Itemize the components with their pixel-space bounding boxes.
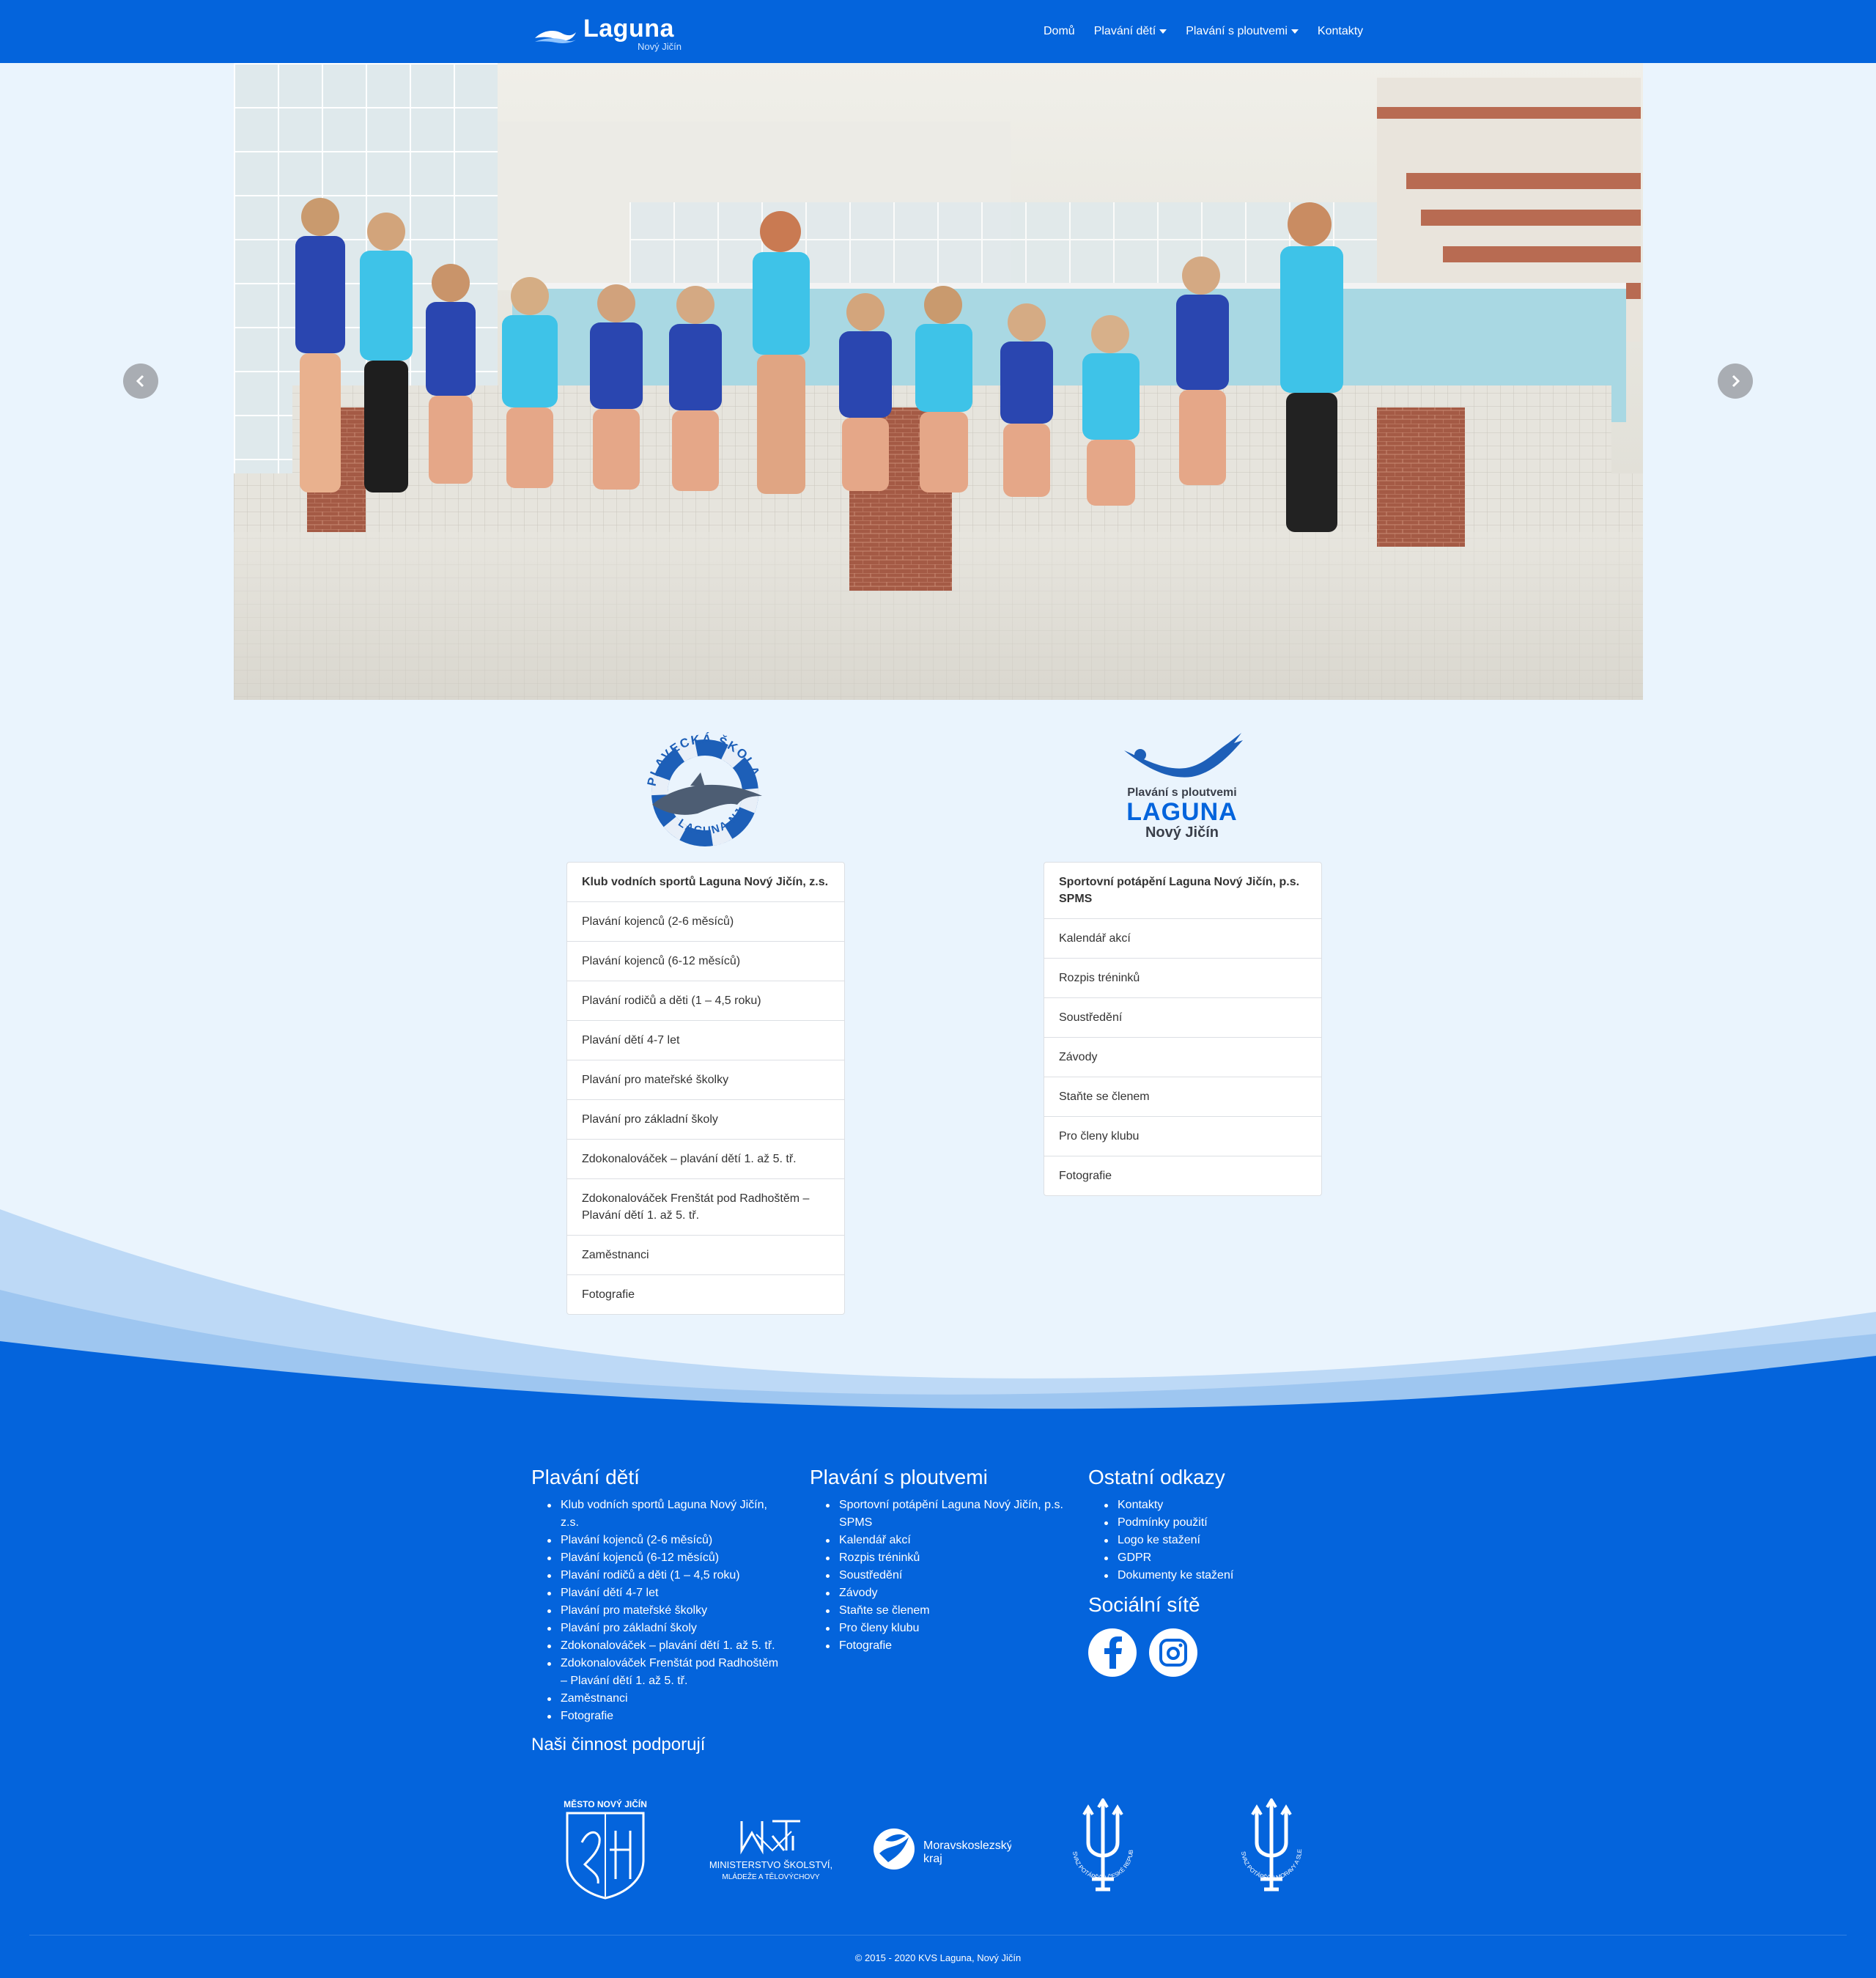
footer: Plavání dětí Klub vodních sportů Laguna … <box>0 1410 1876 1978</box>
footer-link[interactable]: Sportovní potápění Laguna Nový Jičín, p.… <box>826 1497 1066 1532</box>
city-coat-of-arms-icon: MĚSTO NOVÝ JIČÍN <box>564 1798 647 1900</box>
footer-link[interactable]: Plavání dětí 4-7 let <box>547 1584 788 1602</box>
caret-down-icon <box>1290 29 1299 34</box>
footer-heading: Plavání s ploutvemi <box>810 1466 988 1488</box>
footer-link[interactable]: Plavání rodičů a děti (1 – 4,5 roku) <box>547 1567 788 1584</box>
trident-icon: SVAZ POTÁPĚČŮ MORAVY A SLEZSKA <box>1229 1793 1303 1892</box>
footer-col-plavani-deti: Plavání dětí Klub vodních sportů Laguna … <box>531 1466 788 1725</box>
sponsor-msmt[interactable]: MINISTERSTVO ŠKOLSTVÍ, MLÁDEŽE A TĚLOVÝC… <box>705 1817 837 1890</box>
footer-link[interactable]: Klub vodních sportů Laguna Nový Jičín, z… <box>547 1497 788 1532</box>
footer-link[interactable]: Kontakty <box>1104 1497 1345 1514</box>
list-item[interactable]: Plavání pro mateřské školky <box>567 1060 844 1099</box>
footer-link[interactable]: Závody <box>826 1584 1066 1602</box>
sponsor-mesto-text: MĚSTO NOVÝ JIČÍN <box>564 1798 647 1809</box>
footer-link[interactable]: Pro členy klubu <box>826 1620 1066 1637</box>
sponsor-msmt-line2: MLÁDEŽE A TĚLOVÝCHOVY <box>722 1872 820 1881</box>
team-photo <box>234 63 1643 700</box>
list-item[interactable]: Fotografie <box>1044 1156 1321 1195</box>
list-item[interactable]: Kalendář akcí <box>1044 918 1321 958</box>
trident-icon: SVAZ POTÁPĚČŮ ČESKÉ REPUBLIKY <box>1060 1793 1134 1892</box>
main-nav: Domů Plavání dětí Plavání s ploutvemi Ko… <box>1044 0 1363 63</box>
plavani-s-ploutvemi-logo[interactable]: Plavání s ploutvemi LAGUNA Nový Jičín <box>1114 730 1250 841</box>
footer-link[interactable]: Fotografie <box>547 1708 788 1725</box>
list-item[interactable]: Plavání dětí 4-7 let <box>567 1020 844 1060</box>
list-item[interactable]: Soustředění <box>1044 997 1321 1037</box>
nav-plavani-s-ploutvemi[interactable]: Plavání s ploutvemi <box>1186 25 1299 38</box>
svg-text:SVAZ POTÁPĚČŮ MORAVY A SLEZSKA: SVAZ POTÁPĚČŮ MORAVY A SLEZSKA <box>1231 1798 1303 1881</box>
list-item[interactable]: Rozpis tréninků <box>1044 958 1321 997</box>
caret-down-icon <box>1159 29 1167 34</box>
footer-link[interactable]: Plavání pro základní školy <box>547 1620 788 1637</box>
footer-link[interactable]: Zdokonalováček – plavání dětí 1. až 5. t… <box>547 1637 788 1655</box>
hero-carousel <box>234 63 1643 700</box>
list-item[interactable]: Klub vodních sportů Laguna Nový Jičín, z… <box>567 863 844 901</box>
brand-logo[interactable]: Laguna Nový Jičín <box>533 15 695 53</box>
instagram-icon <box>1159 1639 1187 1667</box>
chevron-left-icon <box>136 374 144 388</box>
footer-col-plavani-s-ploutvemi: Plavání s ploutvemi Sportovní potápění L… <box>810 1466 1066 1655</box>
footer-link[interactable]: Logo ke stažení <box>1104 1532 1345 1549</box>
carousel-next-button[interactable] <box>1718 364 1753 399</box>
svg-text:SVAZ POTÁPĚČŮ ČESKÉ REPUBLIKY: SVAZ POTÁPĚČŮ ČESKÉ REPUBLIKY <box>1063 1798 1134 1881</box>
footer-link[interactable]: Soustředění <box>826 1567 1066 1584</box>
footer-link[interactable]: Zdokonalováček Frenštát pod Radhoštěm – … <box>547 1655 788 1690</box>
footer-col-ostatni-odkazy: Ostatní odkazy Kontakty Podmínky použití… <box>1088 1466 1345 1584</box>
facebook-button[interactable] <box>1088 1628 1137 1677</box>
instagram-button[interactable] <box>1149 1628 1197 1677</box>
nav-plavani-deti[interactable]: Plavání dětí <box>1094 25 1167 38</box>
footer-link[interactable]: Fotografie <box>826 1637 1066 1655</box>
logo-b-line3: Nový Jičín <box>1145 824 1219 841</box>
footer-link[interactable]: Plavání kojenců (6-12 měsíců) <box>547 1549 788 1567</box>
list-item[interactable]: Plavání rodičů a děti (1 – 4,5 roku) <box>567 981 844 1020</box>
list-item[interactable]: Pro členy klubu <box>1044 1116 1321 1156</box>
sponsor-svaz-moravy-text: SVAZ POTÁPĚČŮ MORAVY A SLEZSKA <box>1229 1793 1303 1881</box>
carousel-prev-button[interactable] <box>123 364 158 399</box>
list-item[interactable]: Zdokonalováček – plavání dětí 1. až 5. t… <box>567 1139 844 1178</box>
brand-subtitle: Nový Jičín <box>638 41 682 52</box>
sponsor-moravskoslezsky-kraj[interactable]: Moravskoslezský kraj <box>872 1824 1013 1879</box>
sponsor-kraj-line1: Moravskoslezský <box>923 1839 1011 1852</box>
footer-link[interactable]: Plavání kojenců (2-6 měsíců) <box>547 1532 788 1549</box>
diver-icon <box>1124 733 1243 778</box>
list-plavani-s-ploutvemi: Sportovní potápění Laguna Nový Jičín, p.… <box>1044 862 1322 1196</box>
footer-heading: Plavání dětí <box>531 1466 640 1488</box>
list-item[interactable]: Plavání kojenců (2-6 měsíců) <box>567 901 844 941</box>
dolphin-lifebuoy-icon: PLAVECKÁ ŠKOLA LAGUNA NJ <box>645 732 762 846</box>
list-item[interactable]: Staňte se členem <box>1044 1077 1321 1116</box>
logo-b-line2: LAGUNA <box>1126 798 1238 826</box>
kraj-logo-icon: Moravskoslezský kraj <box>874 1828 1013 1870</box>
footer-link[interactable]: GDPR <box>1104 1549 1345 1567</box>
footer-link[interactable]: Rozpis tréninků <box>826 1549 1066 1567</box>
footer-link[interactable]: Plavání pro mateřské školky <box>547 1602 788 1620</box>
brand-name: Laguna <box>583 15 674 43</box>
plavecka-skola-logo[interactable]: PLAVECKÁ ŠKOLA LAGUNA NJ <box>639 726 771 854</box>
list-item[interactable]: Plavání pro základní školy <box>567 1099 844 1139</box>
nav-kontakty[interactable]: Kontakty <box>1318 25 1363 38</box>
sponsor-mesto-novy-jicin[interactable]: MĚSTO NOVÝ JIČÍN <box>563 1798 648 1905</box>
social-heading: Sociální sítě <box>1088 1593 1200 1616</box>
navbar: Laguna Nový Jičín Domů Plavání dětí Plav… <box>0 0 1876 63</box>
footer-link[interactable]: Kalendář akcí <box>826 1532 1066 1549</box>
msmt-logo-icon: MINISTERSTVO ŠKOLSTVÍ, MLÁDEŽE A TĚLOVÝC… <box>709 1820 832 1881</box>
sponsor-svaz-potapecu-moravy[interactable]: SVAZ POTÁPĚČŮ MORAVY A SLEZSKA <box>1229 1793 1312 1905</box>
nav-home[interactable]: Domů <box>1044 25 1075 38</box>
sponsor-msmt-line1: MINISTERSTVO ŠKOLSTVÍ, <box>709 1859 832 1870</box>
list-item[interactable]: Plavání kojenců (6-12 měsíců) <box>567 941 844 981</box>
wave-icon <box>535 31 576 43</box>
wave-decoration <box>0 1209 1876 1414</box>
footer-link[interactable]: Podmínky použití <box>1104 1514 1345 1532</box>
support-heading: Naši činnost podporují <box>531 1735 706 1754</box>
footer-link[interactable]: Staňte se členem <box>826 1602 1066 1620</box>
list-item[interactable]: Sportovní potápění Laguna Nový Jičín, p.… <box>1044 863 1321 918</box>
footer-link[interactable]: Zaměstnanci <box>547 1690 788 1708</box>
sponsor-svaz-cr-text: SVAZ POTÁPĚČŮ ČESKÉ REPUBLIKY <box>1060 1793 1134 1881</box>
sponsor-kraj-line2: kraj <box>923 1853 942 1865</box>
sponsor-svaz-potapecu-cr[interactable]: SVAZ POTÁPĚČŮ ČESKÉ REPUBLIKY <box>1060 1793 1143 1905</box>
footer-heading: Ostatní odkazy <box>1088 1466 1225 1488</box>
footer-link[interactable]: Dokumenty ke stažení <box>1104 1567 1345 1584</box>
chevron-right-icon <box>1732 374 1740 388</box>
list-item[interactable]: Závody <box>1044 1037 1321 1077</box>
copyright: © 2015 - 2020 KVS Laguna, Nový Jičín <box>854 1952 1022 1963</box>
facebook-icon <box>1104 1636 1122 1669</box>
